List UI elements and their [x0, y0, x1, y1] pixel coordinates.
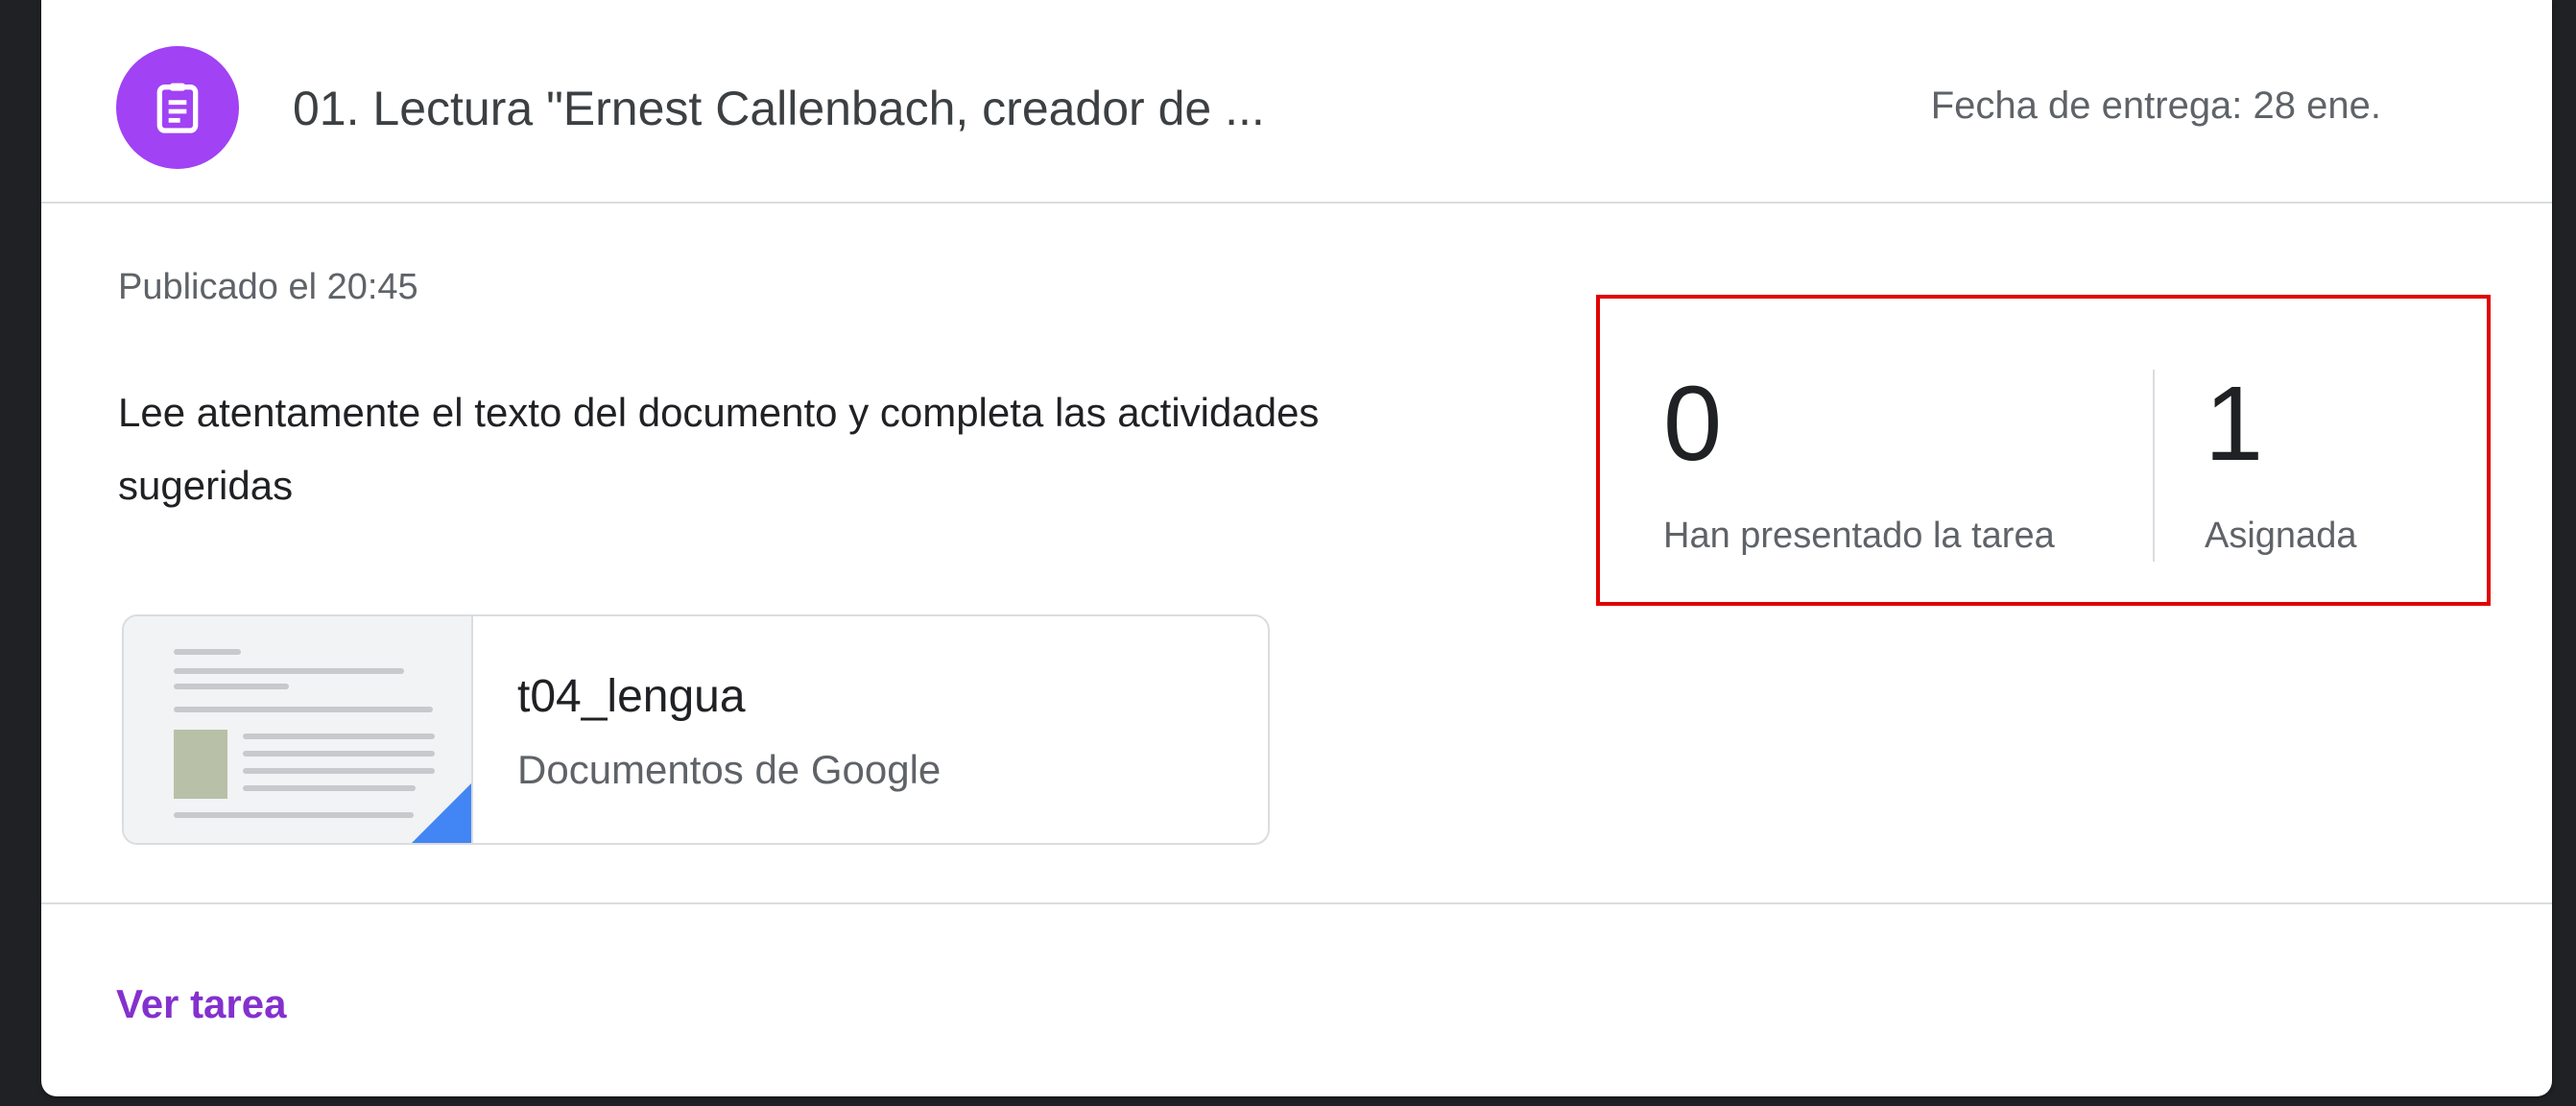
- thumb-line: [243, 785, 416, 791]
- thumb-line: [243, 768, 435, 774]
- thumb-line: [243, 751, 435, 757]
- turned-in-label: Han presentado la tarea: [1663, 516, 2055, 556]
- assignment-card: 01. Lectura "Ernest Callenbach, creador …: [41, 0, 2552, 1096]
- thumb-line: [174, 812, 414, 818]
- clipboard-icon: [156, 83, 199, 133]
- turned-in-count: 0: [1663, 365, 1723, 483]
- assignment-footer: Ver tarea: [41, 902, 2552, 1096]
- turned-in-stat[interactable]: 0 Han presentado la tarea: [1600, 299, 2153, 602]
- assignment-description: Lee atentamente el texto del documento y…: [118, 390, 1320, 508]
- due-date: Fecha de entrega: 28 ene.: [1930, 84, 2381, 127]
- submission-stats: 0 Han presentado la tarea 1 Asignada: [1596, 295, 2491, 606]
- view-assignment-link[interactable]: Ver tarea: [116, 981, 286, 1027]
- attachment-type: Documentos de Google: [517, 747, 942, 792]
- attachment-title[interactable]: t04_lengua: [517, 670, 746, 723]
- thumb-line: [174, 649, 241, 655]
- assigned-label: Asignada: [2205, 516, 2357, 556]
- thumb-line: [174, 707, 433, 712]
- google-docs-icon: [412, 783, 471, 843]
- assigned-stat[interactable]: 1 Asignada: [2155, 299, 2491, 602]
- assignment-icon[interactable]: [116, 46, 239, 169]
- assignment-body: Publicado el 20:45 Lee atentamente el te…: [41, 204, 2552, 902]
- assignment-header[interactable]: 01. Lectura "Ernest Callenbach, creador …: [41, 0, 2552, 204]
- posted-time: Publicado el 20:45: [118, 267, 418, 307]
- thumb-photo: [174, 730, 227, 799]
- assigned-count: 1: [2205, 365, 2264, 483]
- document-thumbnail[interactable]: [124, 616, 473, 843]
- thumb-line: [243, 733, 435, 739]
- thumb-line: [174, 684, 289, 689]
- thumb-line: [174, 668, 404, 674]
- assignment-title[interactable]: 01. Lectura "Ernest Callenbach, creador …: [293, 81, 1265, 136]
- attachment-card[interactable]: t04_lengua Documentos de Google: [122, 614, 1270, 845]
